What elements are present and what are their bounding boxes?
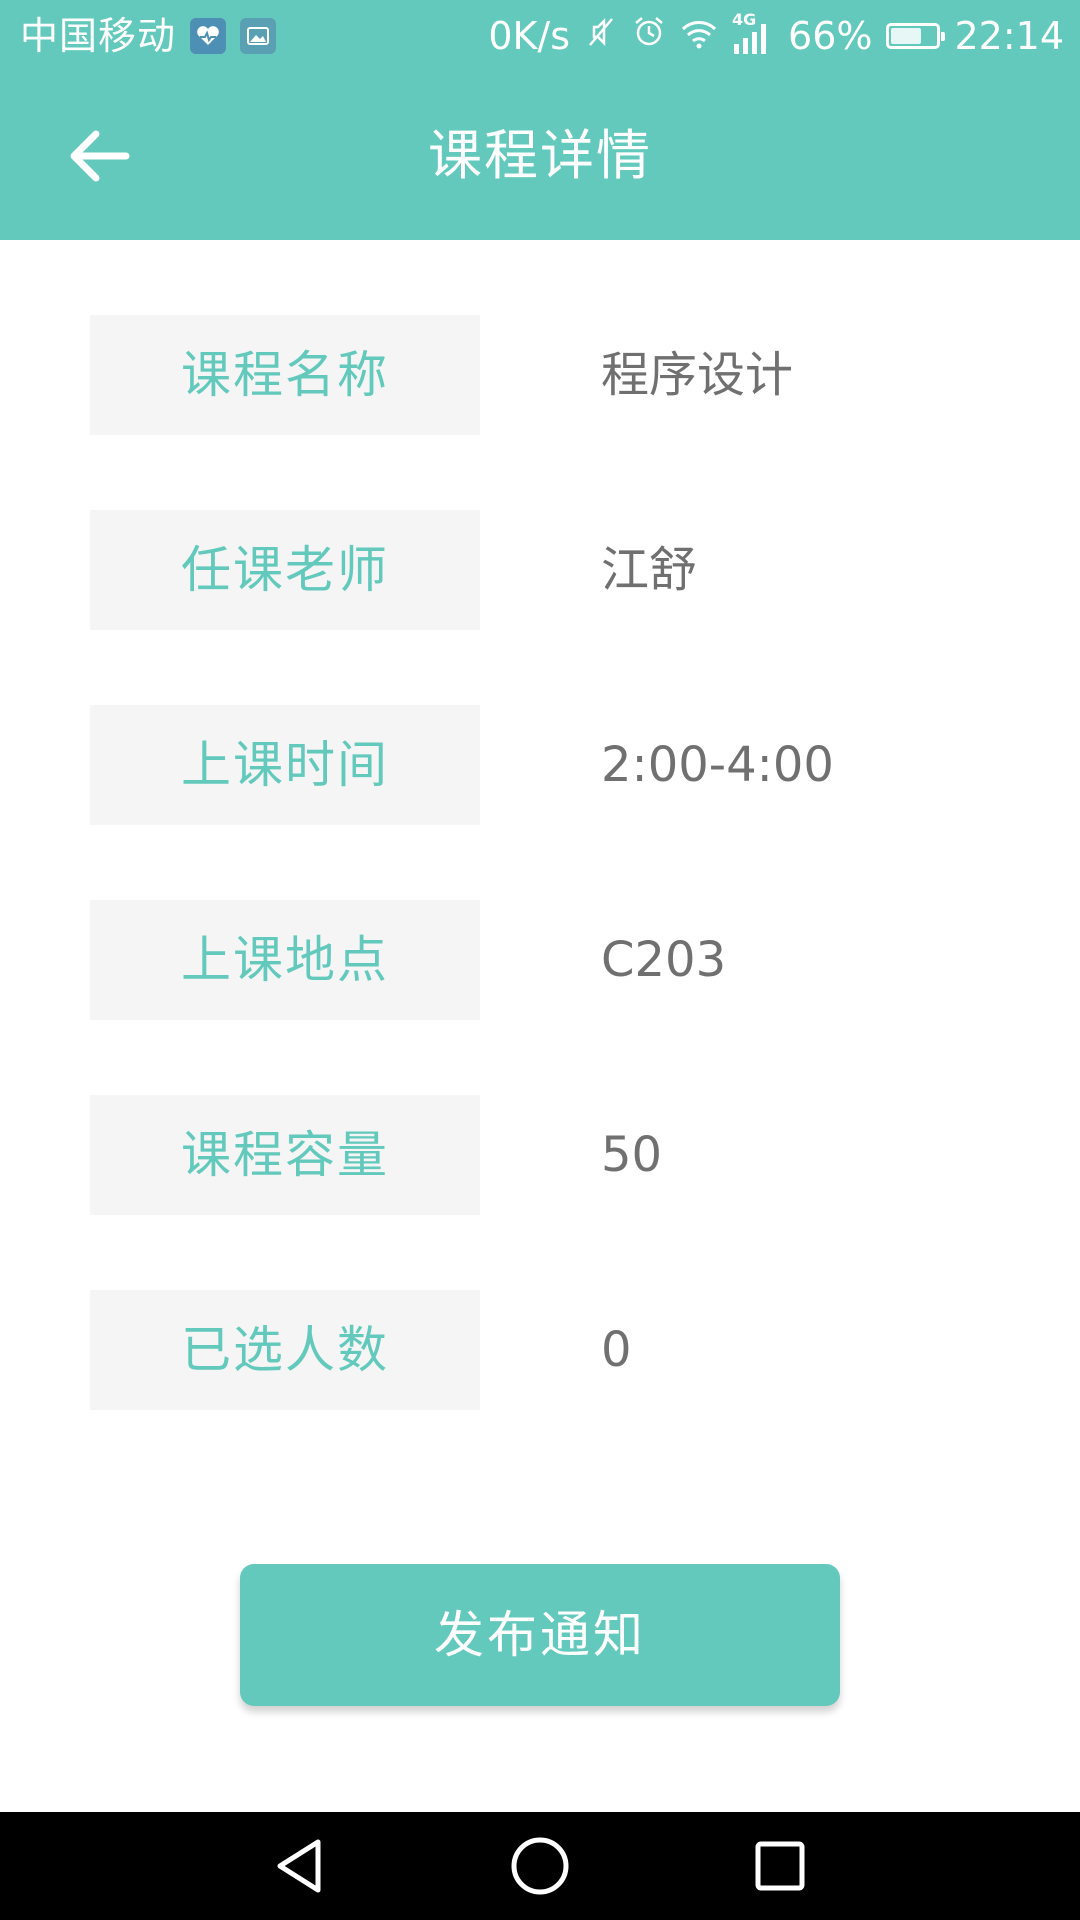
class-time-value: 2:00-4:00 (601, 737, 834, 793)
back-triangle-icon (277, 1839, 321, 1893)
clock: 22:14 (954, 14, 1064, 58)
signal-4g-icon: 4G (732, 12, 774, 56)
nav-back-button[interactable] (240, 1812, 360, 1920)
row-location: 上课地点 C203 (90, 900, 990, 1020)
alarm-icon (632, 14, 666, 58)
location-label: 上课地点 (90, 900, 480, 1020)
carrier-name: 中国移动 (20, 14, 177, 58)
app-bar: 课程详情 (0, 72, 1080, 240)
class-time-label: 上课时间 (90, 705, 480, 825)
recents-square-icon (755, 1841, 805, 1891)
enrolled-value: 0 (601, 1322, 632, 1378)
publish-notice-button[interactable]: 发布通知 (240, 1564, 840, 1706)
gallery-icon (240, 18, 277, 54)
capacity-label: 课程容量 (90, 1095, 480, 1215)
home-circle-icon (511, 1837, 569, 1895)
capacity-value: 50 (601, 1127, 663, 1183)
health-app-icon (190, 18, 227, 54)
course-name-label: 课程名称 (90, 315, 480, 435)
network-speed: 0K/s (488, 14, 571, 58)
nav-recents-button[interactable] (720, 1812, 840, 1920)
row-enrolled: 已选人数 0 (90, 1290, 990, 1410)
course-name-value: 程序设计 (601, 347, 794, 403)
row-course-name: 课程名称 程序设计 (90, 315, 990, 435)
location-value: C203 (601, 932, 727, 988)
nav-home-button[interactable] (480, 1812, 600, 1920)
battery-fill (891, 28, 921, 44)
course-detail-screen: 中国移动 0K/s 4G 66% 22:14 课程详情 课程名称 程序设计 任课… (0, 0, 1080, 1920)
battery-icon (886, 23, 946, 49)
teacher-label: 任课老师 (90, 510, 480, 630)
enrolled-label: 已选人数 (90, 1290, 480, 1410)
battery-percent: 66% (788, 14, 873, 58)
mute-icon (584, 14, 618, 58)
status-bar-right: 0K/s 4G 66% 22:14 (488, 12, 1064, 60)
page-title: 课程详情 (428, 124, 652, 187)
teacher-value: 江舒 (601, 542, 698, 598)
status-bar: 中国移动 0K/s 4G 66% 22:14 (0, 0, 1080, 72)
status-bar-left: 中国移动 (20, 12, 277, 60)
row-capacity: 课程容量 50 (90, 1095, 990, 1215)
row-class-time: 上课时间 2:00-4:00 (90, 705, 990, 825)
row-teacher: 任课老师 江舒 (90, 510, 990, 630)
wifi-icon (680, 14, 718, 58)
system-nav-bar (0, 1812, 1080, 1920)
